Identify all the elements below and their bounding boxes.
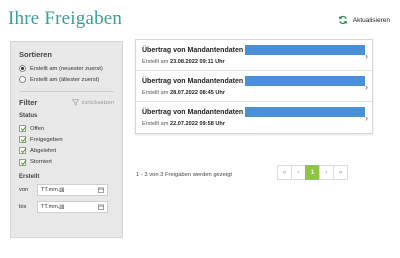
pagination: « ‹ 1 › » [277,165,348,180]
created-prefix: Erstellt am [142,59,169,65]
page-title: Ihre Freigaben [8,8,123,29]
sort-option-oldest[interactable]: Erstellt am (ältester zuerst) [19,76,114,83]
date-from-label: von [19,186,29,193]
status-option-label: Offen [30,125,45,132]
checkmark-icon [20,126,27,132]
date-to-label: bis [19,203,27,210]
created-date: 22.07.2022 09:58 Uhr [169,121,226,127]
chevron-right-icon[interactable]: › [365,51,368,61]
date-placeholder: TT.mm.jjjj [41,186,65,193]
calendar-icon[interactable] [98,204,104,210]
filter-sidebar: Sortieren Erstellt am (neuester zuerst) … [10,41,123,238]
divider [19,91,114,92]
date-placeholder: TT.mm.jjjj [41,203,65,210]
created-date: 23.08.2022 09:11 Uhr [169,59,225,65]
last-page-button[interactable]: » [333,165,348,180]
list-item[interactable]: Übertrag von Mandantendaten Erstellt am … [136,71,372,102]
status-option-label: Freigegeben [30,136,63,143]
refresh-button[interactable]: Aktualisieren [338,15,390,25]
filter-heading: Filter [19,98,38,107]
sort-option-label: Erstellt am (ältester zuerst) [30,76,100,83]
status-option-cancelled[interactable]: Storniert [19,158,114,166]
first-page-button[interactable]: « [277,165,292,180]
sort-option-newest[interactable]: Erstellt am (neuester zuerst) [19,65,114,72]
next-page-button[interactable]: › [319,165,334,180]
status-option-rejected[interactable]: Abgelehnt [19,147,114,155]
chevron-right-icon[interactable]: › [365,113,368,123]
result-count: 1 - 3 von 3 Freigaben werden gezeigt [136,172,233,178]
checkmark-icon [20,137,27,143]
redacted-block [245,45,366,55]
checkbox-checked[interactable] [19,136,27,144]
item-title: Übertrag von Mandantendaten [142,46,244,54]
created-date: 28.07.2022 08:45 Uhr [169,90,226,96]
radio-unselected[interactable] [19,76,26,83]
redacted-block [245,107,366,117]
checkbox-checked[interactable] [19,158,27,166]
status-option-label: Abgelehnt [30,147,57,154]
checkbox-checked[interactable] [19,147,27,155]
created-prefix: Erstellt am [142,121,169,127]
status-option-label: Storniert [30,159,52,166]
prev-page-button[interactable]: ‹ [291,165,306,180]
refresh-label: Aktualisieren [352,16,390,24]
calendar-icon[interactable] [98,187,104,193]
radio-selected[interactable] [19,65,26,72]
sort-heading: Sortieren [19,50,52,59]
checkmark-icon [20,148,27,154]
date-to-input[interactable]: TT.mm.jjjj [37,200,108,213]
redacted-block [245,76,366,86]
date-from-input[interactable]: TT.mm.jjjj [37,183,108,196]
chevron-right-icon[interactable]: › [365,82,368,92]
page-1-button[interactable]: 1 [305,165,320,180]
status-heading: Status [19,113,38,119]
status-option-approved[interactable]: Freigegeben [19,136,114,144]
status-option-open[interactable]: Offen [19,125,114,132]
list-item[interactable]: Übertrag von Mandantendaten Erstellt am … [136,40,372,71]
checkmark-icon [20,159,27,165]
approval-list: Übertrag von Mandantendaten Erstellt am … [135,39,373,134]
item-title: Übertrag von Mandantendaten [142,108,244,116]
created-prefix: Erstellt am [142,90,169,96]
refresh-icon [338,15,348,25]
reset-label: zurücksetzen [81,99,114,106]
created-heading: Erstellt [19,173,40,180]
list-item[interactable]: Übertrag von Mandantendaten Erstellt am … [136,102,372,133]
checkbox-checked[interactable] [19,125,27,132]
item-title: Übertrag von Mandantendaten [142,77,244,85]
sort-option-label: Erstellt am (neuester zuerst) [30,65,103,72]
filter-clear-icon [71,99,79,106]
reset-filter-button[interactable]: zurücksetzen [71,99,114,106]
